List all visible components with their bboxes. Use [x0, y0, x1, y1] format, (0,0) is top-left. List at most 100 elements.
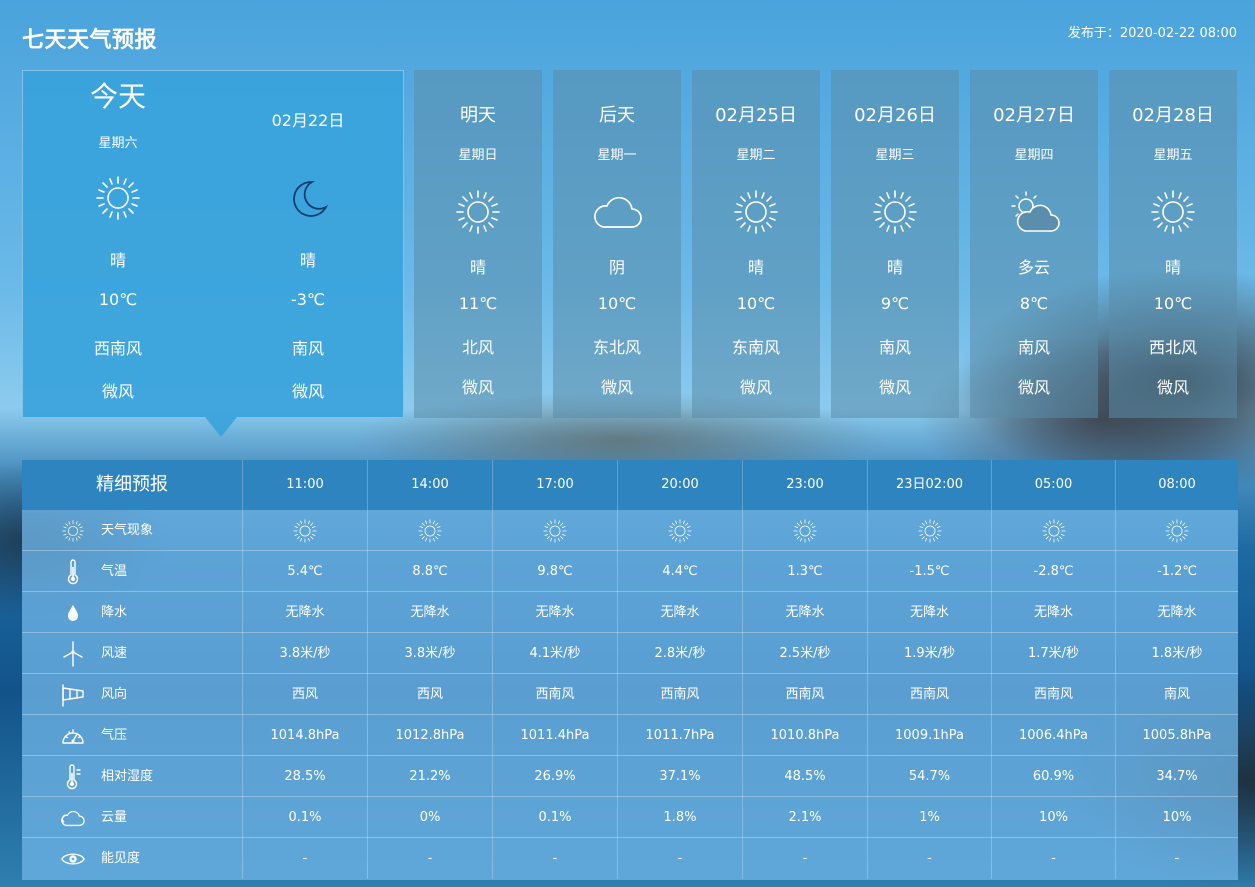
detail-cell: 3.8米/秒: [243, 633, 368, 674]
thermometer-icon: [60, 559, 86, 585]
day-wind-level: 微风: [600, 378, 633, 397]
sun-icon: [618, 510, 743, 551]
detail-header-row: 精细预报 11:00 14:00 17:00 20:00 23:00 23日02…: [22, 460, 1238, 510]
day-weather: 晴: [469, 258, 486, 277]
today-date: 02月22日: [271, 111, 345, 130]
sun-icon: [23, 173, 213, 223]
detail-cell: 西南风: [493, 674, 618, 715]
row-label-cell: 气压: [22, 715, 243, 756]
detail-cell: 37.1%: [618, 756, 743, 797]
detail-row-7: 相对湿度 28.5% 21.2% 26.9% 37.1% 48.5% 54.7% 60.9% 3…: [22, 756, 1238, 797]
detail-cell: 3.8米/秒: [368, 633, 493, 674]
sun-icon: [831, 187, 959, 237]
publish-time: 发布于：2020-02-22 08:00: [1067, 26, 1237, 41]
sun-icon: [414, 187, 542, 237]
row-label: 能见度: [101, 851, 141, 866]
drop-icon: [60, 600, 86, 626]
detail-cell: 10%: [992, 797, 1116, 838]
day-card-5[interactable]: 02月27日 星期四 多云 8℃ 南风 微风: [970, 70, 1098, 418]
day-wind-level: 微风: [461, 378, 494, 397]
day-weather: 晴: [1164, 258, 1181, 277]
today-label: 今天: [89, 80, 146, 113]
day-wind-dir: 北风: [461, 338, 494, 357]
day-wind-level: 微风: [1017, 378, 1050, 397]
sun-icon: [368, 510, 493, 551]
detail-cell: -: [243, 838, 368, 879]
today-weekday: 星期六: [98, 136, 138, 151]
day-card-3[interactable]: 02月25日 星期二 晴 10℃ 东南风 微风: [692, 70, 820, 418]
detail-row-8: 云量 0.1% 0% 0.1% 1.8% 2.1% 1% 10% 10%: [22, 797, 1238, 838]
detail-cell: -2.8℃: [992, 551, 1116, 592]
time-header: 23:00: [743, 460, 868, 510]
detail-cell: 1011.7hPa: [618, 715, 743, 756]
detail-cell: -1.2℃: [1157, 564, 1197, 579]
detail-cell: 1.3℃: [743, 551, 868, 592]
sun-icon: [243, 510, 368, 551]
day-label: 明天: [460, 105, 496, 126]
sun-icon: [1116, 510, 1238, 551]
today-night-weather: 晴: [299, 251, 316, 270]
sun-icon: [60, 518, 86, 544]
detail-cell: 1.8%: [618, 797, 743, 838]
row-label-cell: 降水: [22, 592, 243, 633]
day-temp: 10℃: [597, 294, 637, 313]
day-label: 02月28日: [1132, 105, 1214, 126]
day-wind-dir: 东北风: [592, 338, 641, 357]
row-label-cell: 风速: [22, 633, 243, 674]
eye-icon: [60, 846, 86, 872]
day-temp: 11℃: [458, 294, 498, 313]
detail-row-9: 能见度 - - - - - - - -: [22, 838, 1238, 879]
detail-cell: 无降水: [243, 592, 368, 633]
day-label: 后天: [599, 105, 635, 126]
detail-cell: 西风: [368, 674, 493, 715]
detail-cell: -: [368, 838, 493, 879]
detail-cell: 4.4℃: [618, 551, 743, 592]
sun-icon: [692, 187, 820, 237]
row-label: 风速: [101, 646, 128, 661]
day-wind-dir: 南风: [1017, 338, 1050, 357]
row-label-cell: 气温: [22, 551, 243, 592]
detail-cell: 1006.4hPa: [992, 715, 1116, 756]
day-card-2[interactable]: 后天 星期一 阴 10℃ 东北风 微风: [553, 70, 681, 418]
detail-cell: 54.7%: [868, 756, 992, 797]
time-header: 05:00: [992, 460, 1116, 510]
day-card-1[interactable]: 明天 星期日 晴 11℃ 北风 微风: [414, 70, 542, 418]
wind-turbine-icon: [60, 641, 86, 667]
row-label-cell: 相对湿度: [22, 756, 243, 797]
day-weather: 阴: [608, 258, 625, 277]
detail-row-2: 气温 5.4℃ 8.8℃ 9.8℃ 4.4℃ 1.3℃ -1.5℃ -2.8℃ -1.2℃: [22, 551, 1238, 592]
detail-cell: 2.1%: [743, 797, 868, 838]
time-header: 08:00: [1158, 477, 1196, 492]
row-label: 气压: [101, 728, 128, 743]
gauge-icon: [60, 723, 86, 749]
cloud-icon: [60, 805, 86, 831]
detail-cell: 无降水: [1157, 605, 1197, 620]
detail-cell: 1009.1hPa: [868, 715, 992, 756]
detail-cell: 1012.8hPa: [368, 715, 493, 756]
detail-cell: 8.8℃: [368, 551, 493, 592]
detail-cell: -: [493, 838, 618, 879]
detail-cell: 无降水: [743, 592, 868, 633]
detail-cell: 4.1米/秒: [493, 633, 618, 674]
day-card-6[interactable]: 02月28日 星期五 晴 10℃ 西北风 微风: [1109, 70, 1237, 418]
detail-cell: 1005.8hPa: [1142, 728, 1212, 743]
detail-cell: 2.8米/秒: [618, 633, 743, 674]
day-temp: 10℃: [1153, 294, 1193, 313]
detail-cell: 南风: [1163, 687, 1190, 702]
day-temp: 9℃: [880, 294, 910, 313]
row-label: 云量: [101, 810, 128, 825]
detail-cell: 西南风: [743, 674, 868, 715]
row-label-cell: 能见度: [22, 838, 243, 879]
detail-row-3: 降水 无降水 无降水 无降水 无降水 无降水 无降水 无降水 无降水: [22, 592, 1238, 633]
today-night-wind-dir: 南风: [291, 339, 324, 358]
today-card[interactable]: 今天 星期六 晴 10℃ 西南风 微风 02月22日 晴 -3℃ 南风 微风: [22, 70, 404, 437]
row-label: 降水: [101, 605, 128, 620]
time-header: 23日02:00: [868, 460, 992, 510]
detail-cell: -: [992, 838, 1116, 879]
detail-cell: 9.8℃: [493, 551, 618, 592]
day-temp: 8℃: [1019, 294, 1049, 313]
time-header: 17:00: [493, 460, 618, 510]
humidity-icon: [60, 764, 86, 790]
page-title: 七天天气预报: [22, 28, 158, 53]
day-card-4[interactable]: 02月26日 星期三 晴 9℃ 南风 微风: [831, 70, 959, 418]
